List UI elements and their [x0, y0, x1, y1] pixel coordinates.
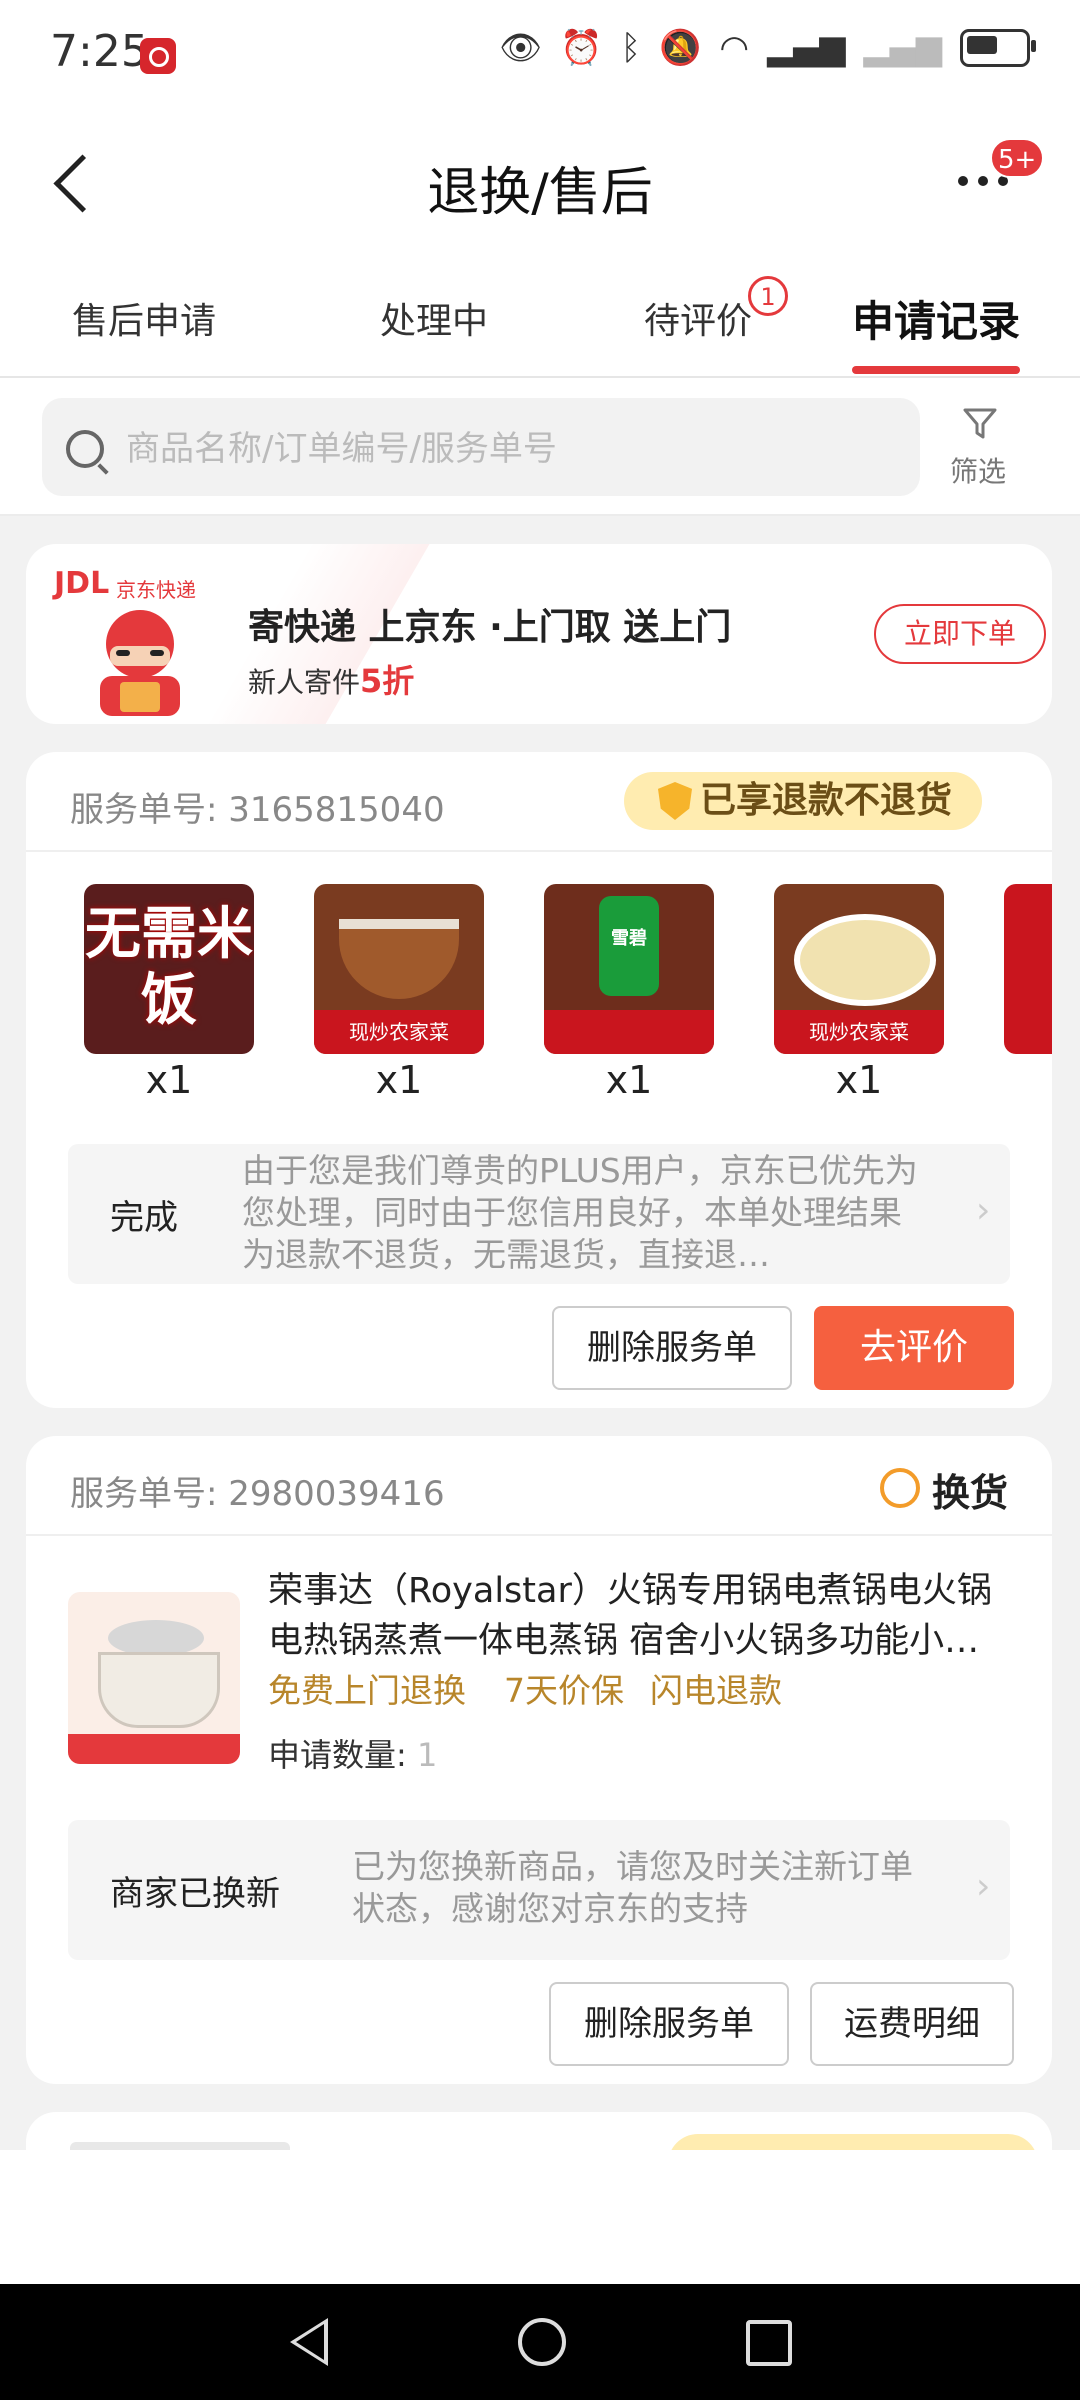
status-description: 由于您是我们尊贵的PLUS用户，京东已优先为您处理，同时由于您信用良好，本单处理…: [242, 1151, 918, 1274]
divider: [26, 1534, 1052, 1536]
ad-discount: 5折: [360, 662, 415, 700]
screen-record-icon: [140, 38, 176, 74]
more-icon[interactable]: [958, 176, 1008, 186]
signal-4g-icon: ▂▄▆: [767, 28, 846, 68]
status-note[interactable]: 完成 由于您是我们尊贵的PLUS用户，京东已优先为您处理，同时由于您信用良好，本…: [68, 1144, 1010, 1284]
product-thumbnail[interactable]: 现炒农家菜: [314, 884, 484, 1054]
tab-after-sale-apply[interactable]: 售后申请: [72, 292, 216, 344]
freight-detail-button[interactable]: 运费明细: [810, 1982, 1014, 2066]
ad-subtitle: 新人寄件5折: [248, 662, 415, 700]
search-input[interactable]: [124, 418, 888, 480]
jdl-logo-text: 京东快递: [116, 578, 196, 602]
service-tag: 免费上门退换: [268, 1671, 466, 1710]
filter-label[interactable]: 筛选: [950, 450, 1006, 490]
express-ad-banner[interactable]: JDL 京东快递 寄快递 上京东 ·上门取 送上门 新人寄件5折 立即下单: [26, 544, 1052, 724]
status-label: 完成: [110, 1198, 178, 1238]
status-description: 已为您换新商品，请您及时关注新订单状态，感谢您对京东的支持: [352, 1847, 913, 1928]
status-icons: 👁 ⏰ ᛒ 🔕 ◠ ▂▄▆ ▂▄▆: [499, 28, 1036, 68]
tab-processing[interactable]: 处理中: [380, 292, 488, 344]
apply-quantity: 申请数量: 1: [268, 1736, 438, 1774]
service-card: 服务单号: 2980039416 换货 荣事达（Royalstar）火锅专用锅电…: [26, 1436, 1052, 2084]
wifi-icon: ◠: [719, 28, 750, 68]
signal-icon: ▂▄▆: [863, 28, 942, 68]
order-now-button[interactable]: 立即下单: [874, 604, 1046, 664]
chevron-right-icon: ›: [976, 1190, 991, 1231]
nav-recent-icon[interactable]: [746, 2320, 792, 2366]
page-title: 退换/售后: [427, 163, 653, 223]
service-type: 换货: [932, 1471, 1009, 1515]
notification-badge: 5+: [990, 138, 1045, 178]
item-quantity: x1: [375, 1058, 423, 1102]
mute-icon: 🔕: [659, 28, 702, 68]
nav-back-icon[interactable]: [290, 2318, 328, 2366]
item-quantity: x1: [605, 1058, 653, 1102]
item-quantity: x1: [145, 1058, 193, 1102]
apply-quantity-value: 1: [416, 1736, 438, 1774]
eye-icon: 👁: [499, 28, 543, 68]
bottom-blank: [0, 2150, 1080, 2284]
alarm-icon: ⏰: [560, 28, 603, 68]
service-number: 服务单号: 2980039416: [70, 1474, 445, 1514]
battery-icon: [960, 29, 1036, 67]
item-quantity: x1: [835, 1058, 883, 1102]
status-time: 7:25: [50, 26, 149, 77]
exchange-icon: [880, 1468, 920, 1508]
chevron-right-icon: ›: [976, 1866, 991, 1907]
nav-home-icon[interactable]: [518, 2318, 566, 2366]
bluetooth-icon: ᛒ: [620, 28, 642, 68]
divider: [26, 850, 1052, 852]
product-thumbnail[interactable]: 无需米饭: [84, 884, 254, 1054]
tab-apply-records[interactable]: 申请记录: [852, 288, 1020, 349]
service-number: 服务单号: 3165815040: [70, 790, 445, 830]
product-thumbnail[interactable]: [68, 1592, 240, 1764]
product-thumbnail[interactable]: 雪碧: [544, 884, 714, 1054]
service-tag: 7天价保: [504, 1671, 624, 1710]
service-card: 服务单号: 3165815040 已享退款不退货 无需米饭 x1 现炒农家菜 x…: [26, 752, 1052, 1408]
active-tab-indicator: [852, 366, 1020, 374]
product-thumbnail[interactable]: 现炒农家菜: [774, 884, 944, 1054]
delete-service-button[interactable]: 删除服务单: [549, 1982, 789, 2066]
ad-title: 寄快递 上京东 ·上门取 送上门: [248, 607, 732, 648]
courier-mascot-icon: [100, 610, 180, 716]
review-button[interactable]: 去评价: [814, 1306, 1014, 1390]
tab-to-review[interactable]: 待评价: [644, 292, 752, 344]
status-note[interactable]: 商家已换新 已为您换新商品，请您及时关注新订单状态，感谢您对京东的支持 ›: [68, 1820, 1010, 1960]
jdl-logo: JDL: [54, 566, 110, 601]
search-icon: [66, 430, 104, 468]
delete-service-button[interactable]: 删除服务单: [552, 1306, 792, 1390]
filter-icon[interactable]: [962, 406, 998, 442]
tab-badge: 1: [748, 276, 788, 316]
service-tag: 闪电退款: [650, 1671, 782, 1710]
product-title[interactable]: 荣事达（Royalstar）火锅专用锅电煮锅电火锅电热锅蒸煮一体电蒸锅 宿舍小火…: [268, 1566, 1018, 1666]
status-label: 商家已换新: [110, 1874, 280, 1914]
product-thumbnail[interactable]: [1004, 884, 1052, 1054]
